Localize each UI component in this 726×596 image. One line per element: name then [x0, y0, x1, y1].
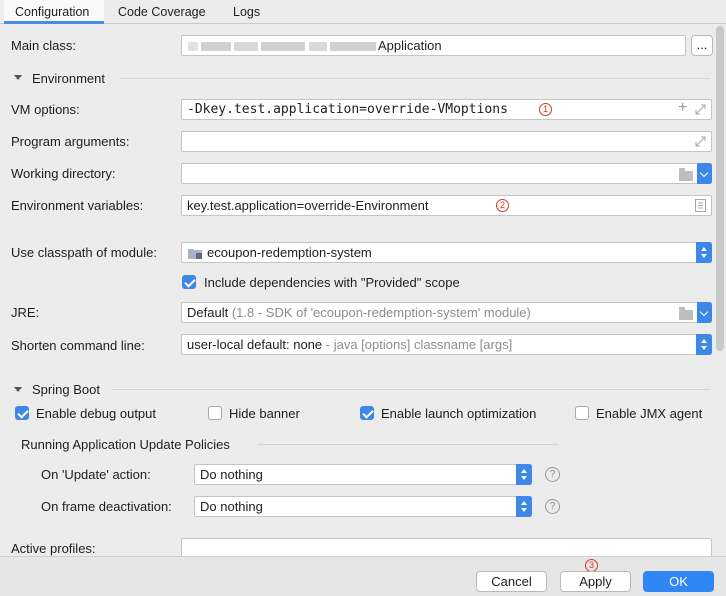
dropdown-arrows-icon[interactable]: [516, 464, 532, 485]
main-class-label: Main class:: [11, 38, 77, 53]
chevron-down-icon[interactable]: [697, 302, 712, 323]
annotation-marker-1: 1: [539, 103, 552, 116]
active-profiles-field[interactable]: [181, 538, 712, 556]
redacted-text: [201, 42, 231, 51]
ok-button[interactable]: OK: [643, 571, 714, 592]
environment-variables-label: Environment variables:: [11, 198, 144, 213]
shorten-value-text: user-local default: none: [187, 337, 323, 352]
plus-icon[interactable]: +: [678, 99, 687, 117]
frame-deactivation-value: Do nothing: [200, 499, 263, 514]
shorten-command-line-select[interactable]: user-local default: none - java [options…: [181, 334, 712, 355]
collapse-triangle-icon[interactable]: [14, 387, 22, 392]
program-arguments-field[interactable]: [181, 131, 712, 152]
hide-banner-checkbox[interactable]: [208, 406, 222, 420]
jre-value: Default (1.8 - SDK of 'ecoupon-redemptio…: [187, 305, 531, 320]
environment-variables-field[interactable]: key.test.application=override-Environmen…: [181, 195, 712, 216]
tab-code-coverage[interactable]: Code Coverage: [112, 0, 212, 24]
folder-icon[interactable]: [679, 307, 693, 320]
jre-hint: (1.8 - SDK of 'ecoupon-redemption-system…: [231, 305, 531, 320]
tab-label: Configuration: [15, 5, 90, 19]
redacted-text: [261, 42, 305, 51]
working-directory-field[interactable]: [181, 163, 712, 184]
shorten-command-line-label: Shorten command line:: [11, 338, 145, 353]
update-action-value: Do nothing: [200, 467, 263, 482]
classpath-module-select[interactable]: ecoupon-redemption-system: [181, 242, 712, 263]
launch-optimization-checkbox[interactable]: [360, 406, 374, 420]
expand-icon[interactable]: [695, 104, 706, 115]
enable-debug-checkbox[interactable]: [15, 406, 29, 420]
folder-icon[interactable]: [679, 168, 693, 181]
scrollbar-thumb[interactable]: [716, 26, 724, 351]
update-action-select[interactable]: Do nothing: [194, 464, 532, 485]
cancel-button[interactable]: Cancel: [476, 571, 547, 592]
collapse-triangle-icon[interactable]: [14, 75, 22, 80]
tab-bar: Configuration Code Coverage Logs: [0, 0, 726, 24]
environment-variables-value: key.test.application=override-Environmen…: [187, 198, 429, 213]
shorten-command-line-value: user-local default: none - java [options…: [187, 337, 512, 352]
tab-label: Code Coverage: [118, 5, 206, 19]
classpath-module-value: ecoupon-redemption-system: [207, 245, 372, 260]
chevron-down-icon[interactable]: [697, 163, 712, 184]
section-divider: [120, 78, 710, 79]
module-folder-icon: [188, 249, 202, 259]
include-dependencies-checkbox[interactable]: [182, 275, 196, 289]
jre-label: JRE:: [11, 305, 40, 320]
expand-icon[interactable]: [695, 136, 706, 147]
main-class-value: Application: [378, 38, 442, 53]
section-divider: [258, 444, 558, 445]
redacted-text: [188, 42, 198, 51]
vm-options-field[interactable]: -Dkey.test.application=override-VMoption…: [181, 99, 712, 120]
dropdown-arrows-icon[interactable]: [516, 496, 532, 517]
help-icon[interactable]: ?: [545, 499, 560, 514]
apply-button[interactable]: Apply: [560, 571, 631, 592]
dropdown-arrows-icon[interactable]: [696, 242, 712, 263]
working-directory-label: Working directory:: [11, 166, 116, 181]
shorten-hint: - java [options] classname [args]: [325, 337, 513, 352]
redacted-text: [234, 42, 258, 51]
jmx-agent-checkbox[interactable]: [575, 406, 589, 420]
tab-label: Logs: [233, 5, 261, 19]
jre-field[interactable]: Default (1.8 - SDK of 'ecoupon-redemptio…: [181, 302, 712, 323]
dropdown-arrows-icon[interactable]: [696, 334, 712, 355]
document-icon[interactable]: [695, 199, 706, 212]
jmx-agent-label: Enable JMX agent: [596, 406, 703, 421]
redacted-text: [330, 42, 376, 51]
vm-options-value: -Dkey.test.application=override-VMoption…: [187, 102, 508, 117]
annotation-marker-2: 2: [496, 199, 509, 212]
tab-logs[interactable]: Logs: [226, 0, 272, 24]
jre-default-text: Default: [187, 305, 229, 320]
section-divider: [112, 389, 710, 390]
update-action-label: On 'Update' action:: [41, 467, 151, 482]
classpath-module-label: Use classpath of module:: [11, 245, 157, 260]
spring-boot-title: Spring Boot: [32, 382, 100, 397]
frame-deactivation-label: On frame deactivation:: [41, 499, 172, 514]
vm-options-label: VM options:: [11, 102, 80, 117]
tab-configuration[interactable]: Configuration: [4, 0, 104, 24]
browse-button[interactable]: ...: [691, 35, 713, 56]
include-dependencies-label: Include dependencies with "Provided" sco…: [204, 275, 460, 290]
main-class-field[interactable]: Application: [181, 35, 686, 56]
enable-debug-label: Enable debug output: [36, 406, 156, 421]
environment-title: Environment: [32, 71, 105, 86]
update-policies-title: Running Application Update Policies: [21, 437, 230, 452]
active-profiles-label: Active profiles:: [11, 541, 96, 556]
help-icon[interactable]: ?: [545, 467, 560, 482]
redacted-text: [309, 42, 327, 51]
program-arguments-label: Program arguments:: [11, 134, 130, 149]
launch-optimization-label: Enable launch optimization: [381, 406, 537, 421]
hide-banner-label: Hide banner: [229, 406, 300, 421]
frame-deactivation-select[interactable]: Do nothing: [194, 496, 532, 517]
